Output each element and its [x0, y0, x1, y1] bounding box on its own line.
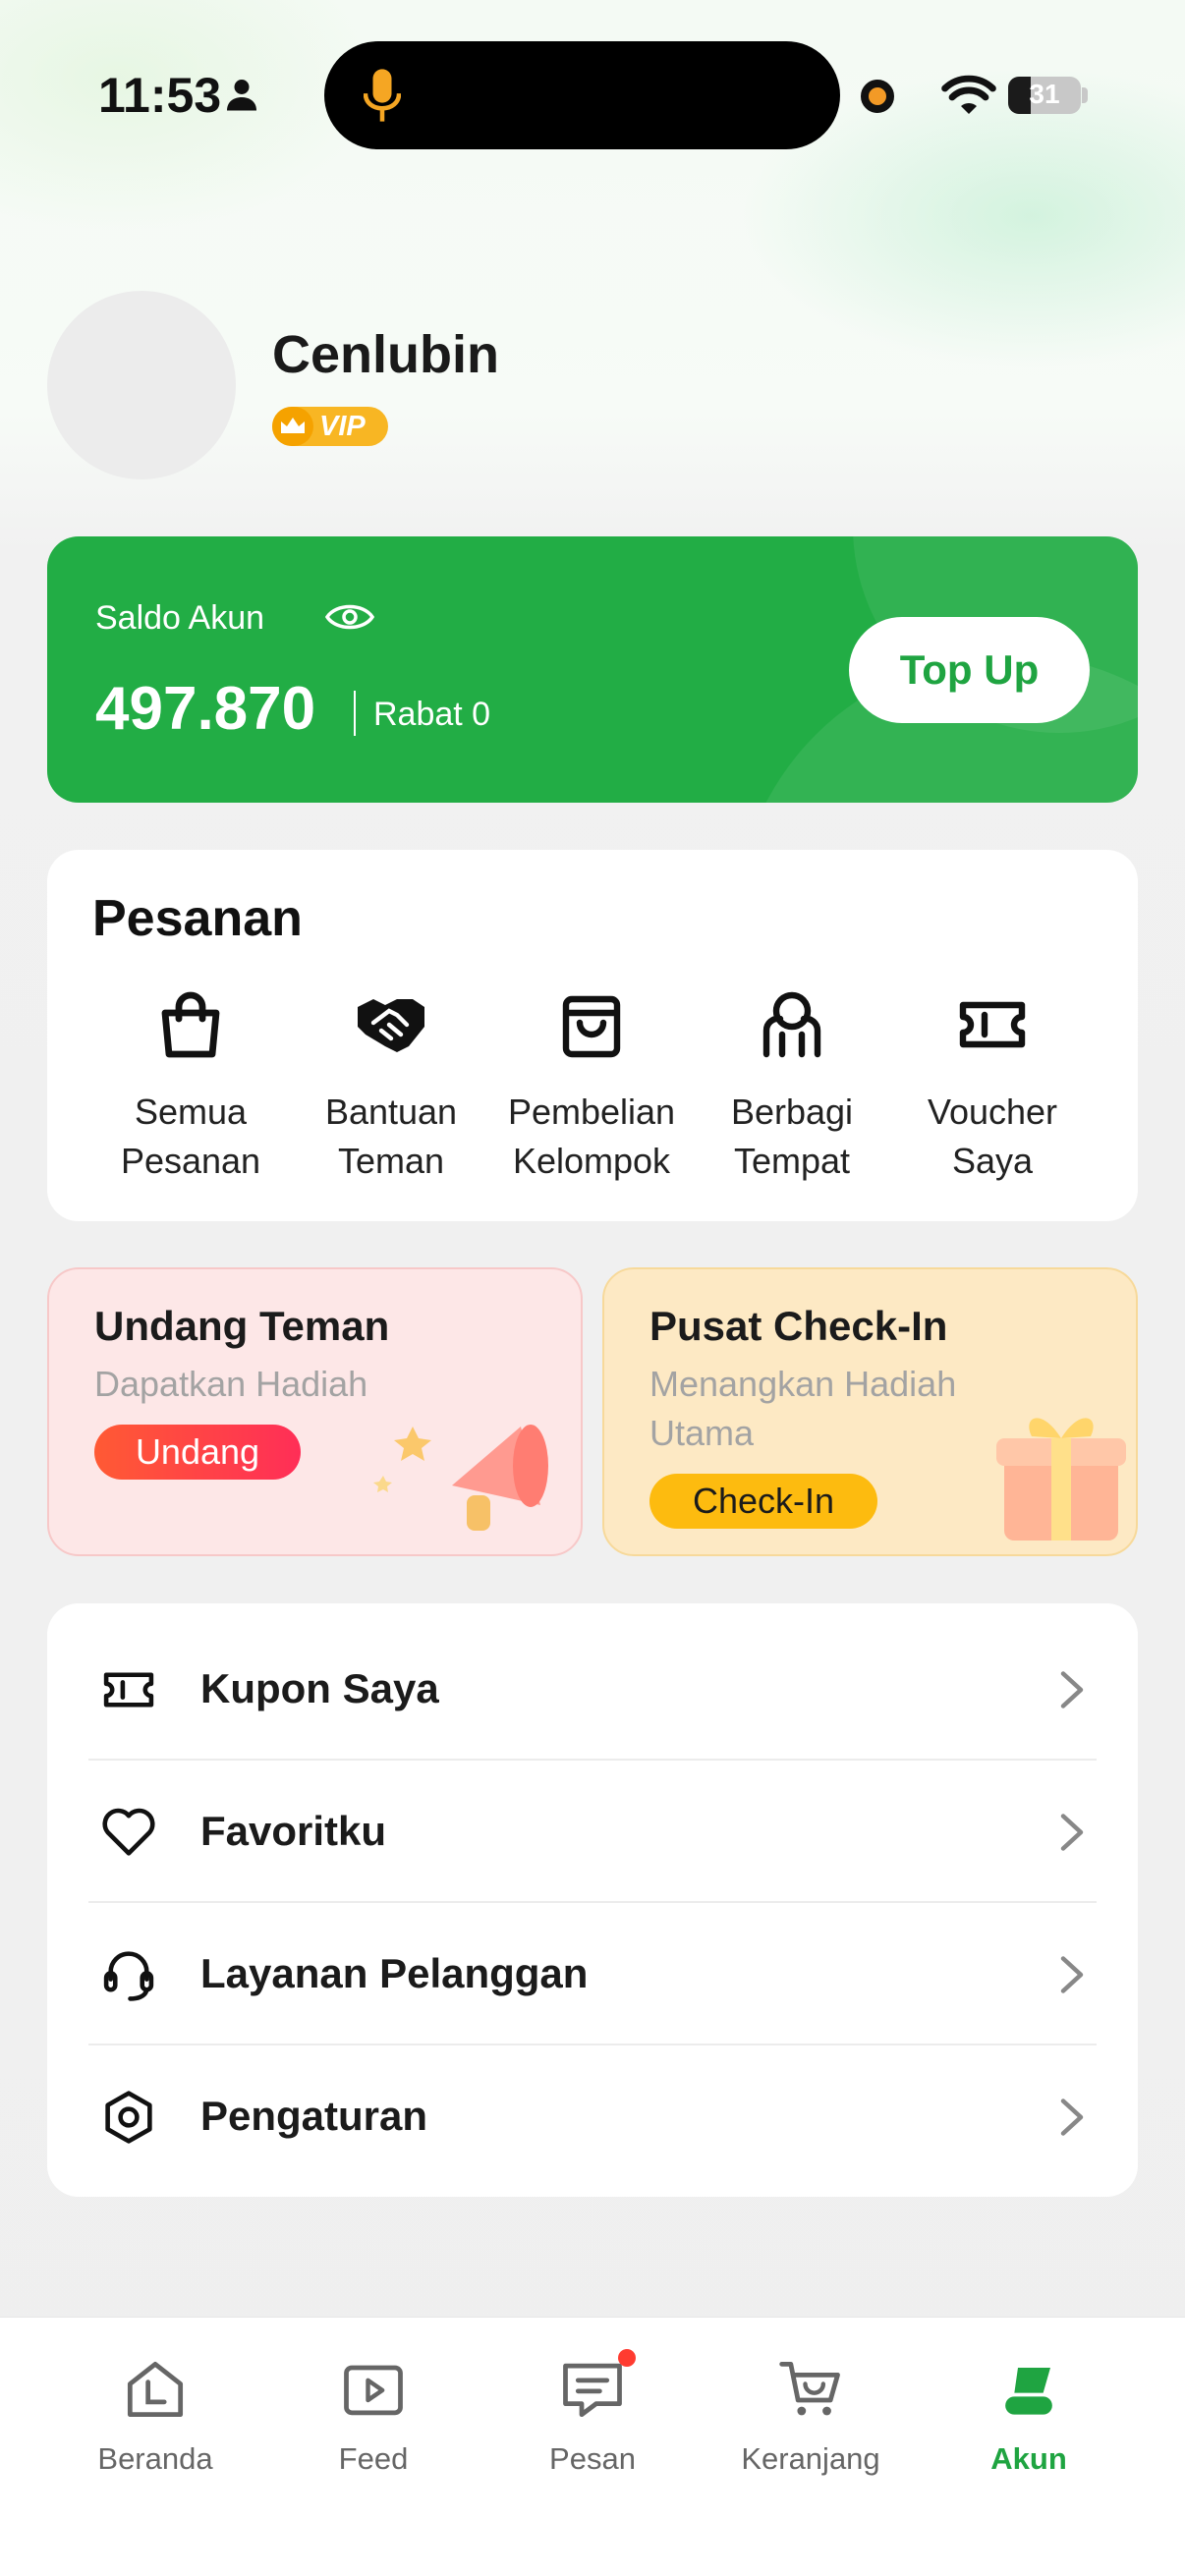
rebate-text: Rabat 0: [373, 696, 491, 733]
bottom-navigation: Beranda Feed Pesan Keranjang Akun: [0, 2317, 1185, 2576]
chevron-right-icon: [1060, 1671, 1084, 1708]
nav-label: Feed: [338, 2441, 409, 2476]
status-bar: 11:53 31: [0, 0, 1185, 196]
ticket-icon: [959, 1001, 1026, 1048]
vip-label: VIP: [319, 411, 366, 442]
recording-indicator: [861, 80, 894, 113]
cart-icon: [779, 2361, 840, 2416]
chevron-right-icon: [1060, 2099, 1084, 2136]
nav-feed[interactable]: Feed: [275, 2357, 472, 2504]
chevron-right-icon: [1060, 1956, 1084, 1993]
account-icon: [1005, 2368, 1052, 2415]
account-page: 11:53 31 Cenlubin VIP Saldo Akun 497.870…: [0, 0, 1185, 2576]
group-buy-bag-icon: [562, 995, 621, 1058]
microphone-icon: [364, 69, 401, 122]
coupon-icon: [103, 1672, 154, 1708]
heart-icon: [102, 1808, 155, 1856]
notification-dot: [618, 2349, 636, 2367]
orders-title: Pesanan: [92, 890, 303, 947]
nav-cart[interactable]: Keranjang: [712, 2357, 909, 2504]
shopping-bag-icon: [161, 991, 220, 1058]
topup-button[interactable]: Top Up: [849, 617, 1090, 723]
username: Cenlubin: [272, 325, 499, 384]
status-time: 11:53: [98, 68, 222, 123]
nav-messages[interactable]: Pesan: [494, 2349, 691, 2504]
battery-tip: [1082, 87, 1088, 103]
order-label: Voucher Saya: [927, 1092, 1058, 1181]
chevron-right-icon: [1060, 1814, 1084, 1851]
checkin-center-card[interactable]: Pusat Check-In Menangkan Hadiah Utama Ch…: [602, 1267, 1138, 1556]
balance-divider: [354, 691, 356, 736]
balance-amount: 497.870: [95, 675, 316, 743]
menu-label: Layanan Pelanggan: [200, 1950, 589, 1996]
dynamic-island: [324, 41, 840, 149]
crown-icon: [272, 407, 313, 446]
nav-label: Pesan: [549, 2441, 636, 2476]
order-group-buy[interactable]: Pembelian Kelompok: [493, 987, 690, 1194]
share-people-icon: [762, 991, 821, 1058]
handshake-icon: [358, 999, 424, 1052]
eye-icon[interactable]: [324, 599, 375, 635]
home-icon: [127, 2361, 184, 2418]
order-all-orders[interactable]: Semua Pesanan: [92, 987, 289, 1194]
megaphone-icon: [373, 1425, 548, 1531]
order-my-voucher[interactable]: Voucher Saya: [894, 987, 1091, 1194]
menu-label: Pengaturan: [200, 2093, 428, 2139]
balance-label: Saldo Akun: [95, 599, 265, 637]
gift-icon: [996, 1418, 1126, 1540]
checkin-button[interactable]: Check-In: [649, 1474, 877, 1529]
menu-card: Kupon Saya Favoritku Layanan Pelanggan P…: [47, 1603, 1138, 2197]
invite-friends-card[interactable]: Undang Teman Dapatkan Hadiah Undang: [47, 1267, 583, 1556]
avatar[interactable]: [47, 291, 236, 479]
order-share-spot[interactable]: Berbagi Tempat: [694, 987, 890, 1194]
order-label: Semua Pesanan: [120, 1092, 261, 1181]
menu-item-my-coupons[interactable]: Kupon Saya: [88, 1618, 1097, 1761]
wifi-icon: [941, 75, 996, 114]
menu-item-favorites[interactable]: Favoritku: [88, 1761, 1097, 1903]
menu-label: Favoritku: [200, 1808, 387, 1854]
nav-account[interactable]: Akun: [931, 2357, 1127, 2504]
promo-title: Pusat Check-In: [649, 1303, 948, 1349]
message-icon: [563, 2363, 622, 2418]
menu-label: Kupon Saya: [200, 1665, 439, 1711]
order-label: Berbagi Tempat: [730, 1092, 854, 1181]
promo-subtitle: Menangkan Hadiah Utama: [649, 1364, 957, 1453]
nav-label: Akun: [990, 2441, 1067, 2476]
battery-percentage: 31: [1029, 79, 1060, 109]
menu-item-customer-service[interactable]: Layanan Pelanggan: [88, 1903, 1097, 2045]
video-icon: [344, 2365, 403, 2416]
orders-card: Pesanan Semua Pesanan Bantuan Teman Pemb…: [47, 850, 1138, 1221]
promo-title: Undang Teman: [94, 1303, 390, 1349]
menu-item-settings[interactable]: Pengaturan: [88, 2045, 1097, 2188]
order-label: Pembelian Kelompok: [507, 1092, 676, 1181]
nav-label: Keranjang: [741, 2441, 880, 2476]
battery-indicator: 31: [1008, 77, 1081, 114]
nav-label: Beranda: [97, 2441, 213, 2476]
balance-card: Saldo Akun 497.870 Rabat 0 Top Up: [47, 536, 1138, 803]
person-icon: [227, 80, 256, 111]
order-friend-help[interactable]: Bantuan Teman: [293, 987, 489, 1194]
vip-badge[interactable]: VIP: [272, 407, 388, 446]
invite-button[interactable]: Undang: [94, 1425, 301, 1480]
settings-icon: [105, 2091, 152, 2144]
headset-icon: [103, 1951, 154, 2001]
nav-home[interactable]: Beranda: [57, 2357, 254, 2504]
order-label: Bantuan Teman: [324, 1092, 458, 1181]
